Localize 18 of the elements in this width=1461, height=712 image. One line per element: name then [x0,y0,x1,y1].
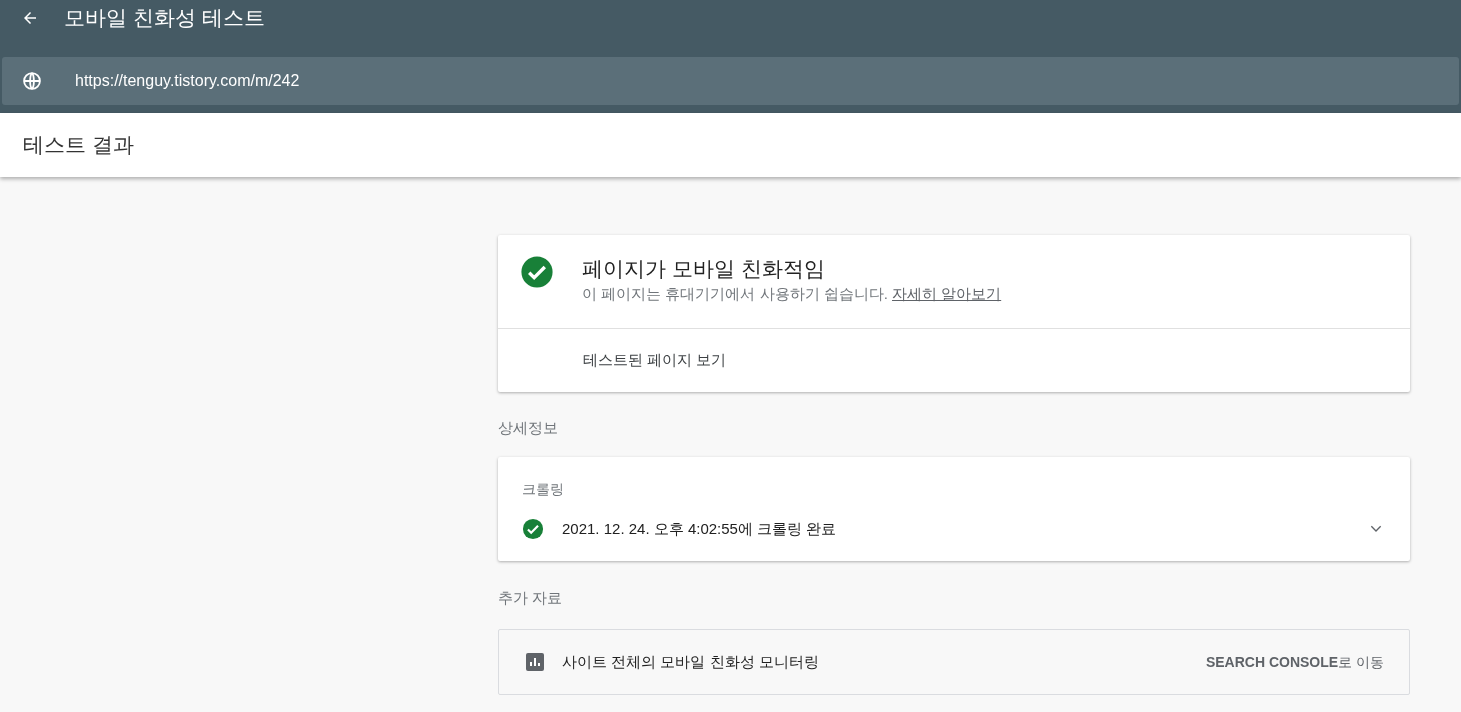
globe-icon [22,71,42,91]
bar-chart-icon [526,653,544,671]
details-heading: 상세정보 [498,417,559,438]
crawl-status: 2021. 12. 24. 오후 4:02:55에 크롤링 완료 [562,519,838,539]
check-circle-icon [522,518,544,541]
check-circle-icon [520,255,554,289]
resource-label: 사이트 전체의 모바일 친화성 모니터링 [562,651,820,672]
results-title: 테스트 결과 [23,132,134,159]
view-tested-page-button[interactable]: 테스트된 페이지 보기 [583,348,727,372]
learn-more-link[interactable]: 자세히 알아보기 [892,285,1002,302]
search-console-link[interactable]: SEARCH CONSOLE로 이동 [1205,651,1384,673]
resources-heading: 추가 자료 [498,587,564,608]
url-field[interactable]: https://tenguy.tistory.com/m/242 [2,57,1459,105]
app-title: 모바일 친화성 테스트 [64,4,265,31]
result-heading: 페이지가 모바일 친화적임 [582,256,826,282]
crawl-label: 크롤링 [522,480,565,499]
result-description: 이 페이지는 휴대기기에서 사용하기 쉽습니다. 자세히 알아보기 [582,284,1002,304]
url-value: https://tenguy.tistory.com/m/242 [75,71,300,91]
